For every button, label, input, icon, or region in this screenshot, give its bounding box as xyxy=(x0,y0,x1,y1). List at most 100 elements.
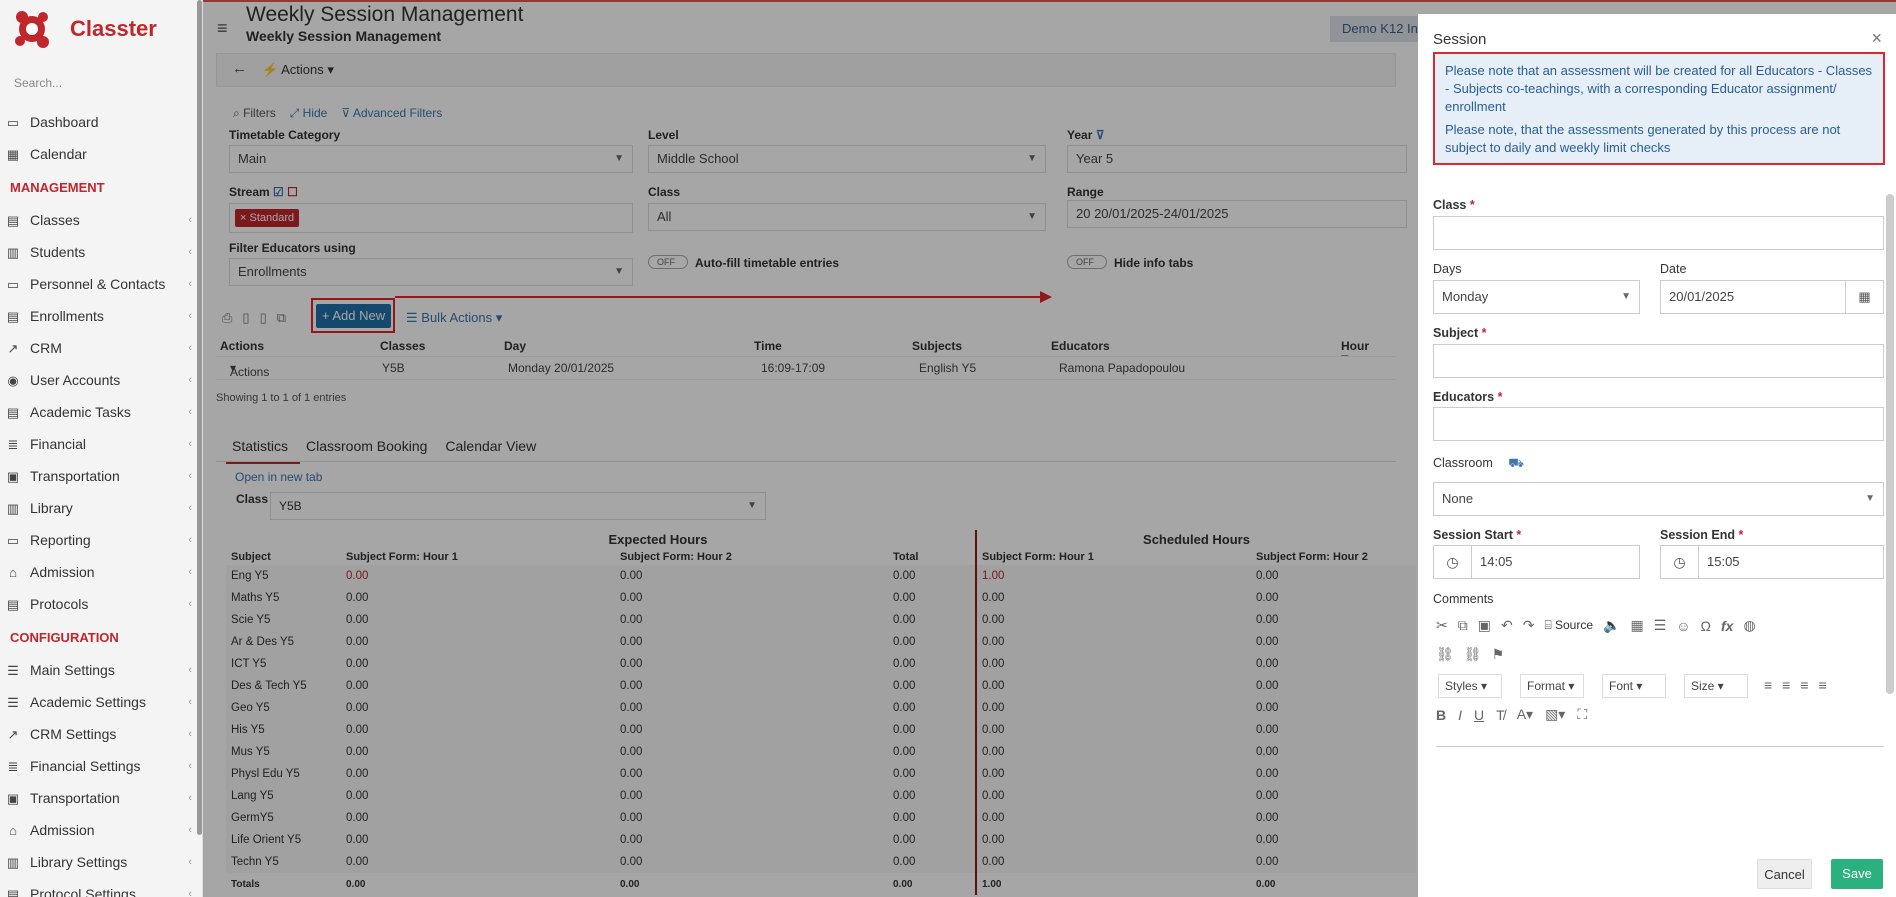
days-label: Days xyxy=(1433,262,1462,276)
date-input[interactable]: 20/01/2025 ▦ xyxy=(1660,280,1884,314)
sidebar-nav: ▭ Dashboard ▦ Calendar MANAGEMENT ▤ Classes… xyxy=(0,106,200,897)
class-input[interactable] xyxy=(1433,216,1884,250)
logo[interactable]: Classter xyxy=(12,8,157,50)
bus-icon: ▣ xyxy=(6,469,20,484)
chevron-left-icon: ‹ xyxy=(188,214,192,226)
sidebar-item-financial-settings[interactable]: ≣ Financial Settings ‹ xyxy=(0,750,200,782)
calendar-icon[interactable]: ▦ xyxy=(1845,281,1883,313)
save-button[interactable]: Save xyxy=(1831,859,1883,889)
section-configuration: CONFIGURATION xyxy=(10,630,119,645)
paste-icon[interactable]: ▣ xyxy=(1478,617,1491,634)
classroom-label: Classroom ⛟ xyxy=(1433,456,1524,470)
days-select[interactable]: Monday ▼ xyxy=(1433,280,1640,314)
settings-icon: ☰ xyxy=(7,663,19,678)
sidebar-item-transportation[interactable]: ▣ Transportation ‹ xyxy=(0,460,200,492)
globe-icon[interactable]: ◍ xyxy=(1743,617,1755,634)
sidebar-search-input[interactable]: Search... xyxy=(14,76,62,90)
sidebar-item-transportation-settings[interactable]: ▣ Transportation ‹ xyxy=(0,782,200,814)
chevron-left-icon: ‹ xyxy=(188,792,192,804)
session-end-input[interactable]: ◷ 15:05 xyxy=(1660,545,1884,579)
enrollments-icon: ▤ xyxy=(6,309,20,324)
sidebar-item-protocol-settings[interactable]: ▤ Protocol Settings ‹ xyxy=(0,878,200,897)
formula-icon[interactable]: fx xyxy=(1721,618,1733,634)
audio-icon[interactable]: 🔈 xyxy=(1603,617,1620,634)
link-icon[interactable]: ⛓ xyxy=(1436,646,1454,663)
horizontal-rule-icon[interactable]: ☰ xyxy=(1654,617,1667,634)
sidebar-item-personnel[interactable]: ▭ Personnel & Contacts ‹ xyxy=(0,268,200,300)
class-label: Class * xyxy=(1433,198,1475,212)
print-icon: ▭ xyxy=(6,533,20,548)
bold-icon[interactable]: B xyxy=(1436,707,1446,723)
modal-scrollbar[interactable] xyxy=(1886,194,1894,694)
redo-icon[interactable]: ↷ xyxy=(1523,617,1535,634)
classroom-select[interactable]: None ▼ xyxy=(1433,482,1884,516)
copy-icon[interactable]: ⧉ xyxy=(1458,617,1468,634)
italic-icon[interactable]: I xyxy=(1458,707,1462,723)
chevron-left-icon: ‹ xyxy=(188,502,192,514)
background-color-icon[interactable]: ▧▾ xyxy=(1545,706,1565,723)
align-right-icon[interactable]: ≡ xyxy=(1800,677,1808,693)
clock-icon: ◷ xyxy=(1434,546,1472,578)
educators-input[interactable] xyxy=(1433,407,1884,441)
classroom-availability-icon[interactable]: ⛟ xyxy=(1508,456,1524,470)
caret-down-icon: ▼ xyxy=(1865,493,1875,504)
chevron-left-icon: ‹ xyxy=(188,406,192,418)
align-left-icon[interactable]: ≡ xyxy=(1764,677,1772,693)
sidebar-item-dashboard[interactable]: ▭ Dashboard xyxy=(0,106,200,138)
sidebar-item-students[interactable]: ▥ Students ‹ xyxy=(0,236,200,268)
sidebar-item-library[interactable]: ▥ Library ‹ xyxy=(0,492,200,524)
caret-down-icon: ▼ xyxy=(1621,291,1631,302)
table-icon[interactable]: ▦ xyxy=(1630,617,1643,634)
chevron-left-icon: ‹ xyxy=(188,438,192,450)
sidebar-item-enrollments[interactable]: ▤ Enrollments ‹ xyxy=(0,300,200,332)
source-button[interactable]: ⌸ Source xyxy=(1544,618,1593,633)
cut-icon[interactable]: ✂ xyxy=(1436,617,1448,634)
close-icon[interactable]: × xyxy=(1871,28,1882,49)
size-select[interactable]: Size ▾ xyxy=(1684,674,1748,698)
flag-icon[interactable]: ⚑ xyxy=(1492,646,1505,663)
chevron-left-icon: ‹ xyxy=(188,598,192,610)
chevron-left-icon: ‹ xyxy=(188,728,192,740)
smiley-icon[interactable]: ☺ xyxy=(1676,618,1690,634)
subject-input[interactable] xyxy=(1433,344,1884,378)
unlink-icon[interactable]: ⛓ xyxy=(1464,646,1482,663)
styles-select[interactable]: Styles ▾ xyxy=(1438,674,1502,698)
classes-icon: ▤ xyxy=(6,213,20,228)
sidebar-item-admission-settings[interactable]: ⌂ Admission ‹ xyxy=(0,814,200,846)
sidebar-item-classes[interactable]: ▤ Classes ‹ xyxy=(0,204,200,236)
sidebar-item-calendar[interactable]: ▦ Calendar xyxy=(0,138,200,170)
sidebar-item-user-accounts[interactable]: ◉ User Accounts ‹ xyxy=(0,364,200,396)
underline-icon[interactable]: U xyxy=(1474,707,1484,723)
sidebar-item-library-settings[interactable]: ▥ Library Settings ‹ xyxy=(0,846,200,878)
sidebar-scrollbar[interactable] xyxy=(197,0,202,835)
comments-editor[interactable] xyxy=(1436,746,1884,747)
undo-icon[interactable]: ↶ xyxy=(1501,617,1513,634)
text-color-icon[interactable]: A▾ xyxy=(1517,706,1533,723)
sidebar-item-protocols[interactable]: ▤ Protocols ‹ xyxy=(0,588,200,620)
sidebar-item-academic-settings[interactable]: ☰ Academic Settings ‹ xyxy=(0,686,200,718)
chevron-left-icon: ‹ xyxy=(188,856,192,868)
modal-title: Session xyxy=(1433,31,1487,48)
sidebar-item-crm-settings[interactable]: ↗ CRM Settings ‹ xyxy=(0,718,200,750)
cancel-button[interactable]: Cancel xyxy=(1757,859,1812,889)
sidebar-item-financial[interactable]: ≣ Financial ‹ xyxy=(0,428,200,460)
justify-icon[interactable]: ≡ xyxy=(1819,677,1827,693)
omega-icon[interactable]: Ω xyxy=(1701,618,1711,634)
sidebar-item-reporting[interactable]: ▭ Reporting ‹ xyxy=(0,524,200,556)
format-select[interactable]: Format ▾ xyxy=(1520,674,1584,698)
sidebar-item-main-settings[interactable]: ☰ Main Settings ‹ xyxy=(0,654,200,686)
session-start-input[interactable]: ◷ 14:05 xyxy=(1433,545,1640,579)
font-select[interactable]: Font ▾ xyxy=(1602,674,1666,698)
sidebar-item-admission[interactable]: ⌂ Admission ‹ xyxy=(0,556,200,588)
clear-format-icon[interactable]: T̸ xyxy=(1496,707,1505,723)
chevron-left-icon: ‹ xyxy=(188,342,192,354)
sidebar-item-academic-tasks[interactable]: ▤ Academic Tasks ‹ xyxy=(0,396,200,428)
align-center-icon[interactable]: ≡ xyxy=(1782,677,1790,693)
session-modal: Session × Please note that an assessment… xyxy=(1418,14,1896,897)
chevron-left-icon: ‹ xyxy=(188,246,192,258)
maximize-icon[interactable]: ⛶ xyxy=(1577,706,1587,723)
chevron-left-icon: ‹ xyxy=(188,470,192,482)
comments-label: Comments xyxy=(1433,592,1494,606)
tasks-icon: ▤ xyxy=(6,405,20,420)
sidebar-item-crm[interactable]: ↗ CRM ‹ xyxy=(0,332,200,364)
